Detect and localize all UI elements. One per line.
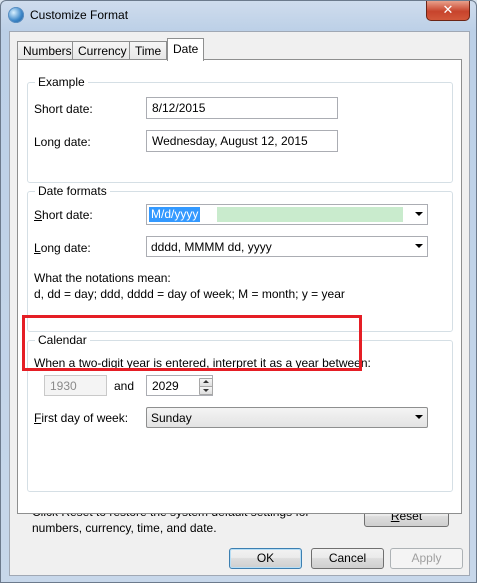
globe-icon [8,7,24,23]
example-short-date-field: 8/12/2015 [146,97,338,119]
tab-time-label: Time [135,44,162,58]
first-day-label-text: irst day of week: [41,411,129,425]
year-range-end-value[interactable]: 2029 [152,379,179,393]
and-label: and [114,379,135,393]
short-date-format-label: Short date: [34,208,93,222]
year-range-end-spinner[interactable]: 2029 [146,375,213,396]
tab-date-label: Date [173,42,199,56]
highlight-annotation-box [22,315,362,371]
reset-hint-line2: numbers, currency, time, and date. [32,521,217,535]
notation-heading: What the notations mean: [34,271,171,285]
year-spin-buttons[interactable] [199,378,213,395]
tab-time[interactable]: Time [129,41,168,60]
short-date-format-selected-text[interactable]: M/d/yyyy [149,207,201,222]
window-title: Customize Format [30,8,129,22]
chevron-down-icon[interactable] [415,212,423,216]
short-date-fill [217,207,403,222]
example-group: Example Short date: 8/12/2015 Long date:… [27,75,453,183]
chevron-down-icon[interactable] [415,244,423,248]
example-group-title: Example [35,75,88,89]
example-long-date-label: Long date: [34,135,91,149]
tab-currency-label: Currency [78,44,127,58]
apply-button[interactable]: Apply [390,548,463,569]
example-long-date-field: Wednesday, August 12, 2015 [146,130,338,152]
first-day-of-week-value[interactable]: Sunday [151,411,192,425]
date-formats-group-title: Date formats [35,184,110,198]
long-date-format-value[interactable]: dddd, MMMM dd, yyyy [151,240,272,254]
tab-numbers-label: Numbers [23,44,72,58]
tab-date[interactable]: Date [167,38,205,61]
customize-format-window: Customize Format ✕ Numbers Currency Time… [0,0,477,583]
long-date-format-label: Long date: [34,241,91,255]
long-date-format-combobox[interactable]: dddd, MMMM dd, yyyy [146,236,428,257]
long-date-label-text: ong date: [40,241,91,255]
long-date-accel: L [34,241,41,255]
dialog-client: Numbers Currency Time Date Example Short… [9,31,470,576]
close-button[interactable]: ✕ [426,1,470,21]
tab-currency[interactable]: Currency [72,41,133,60]
chevron-down-icon[interactable] [415,415,423,419]
cancel-button[interactable]: Cancel [311,548,384,569]
tab-numbers[interactable]: Numbers [17,41,78,60]
short-date-accel: S [34,208,43,222]
date-tab-panel: Example Short date: 8/12/2015 Long date:… [17,59,462,514]
example-short-date-label: Short date: [34,102,93,116]
title-bar[interactable]: Customize Format ✕ [1,1,476,31]
notation-legend: d, dd = day; ddd, dddd = day of week; M … [34,287,345,301]
short-date-label-text: hort date: [42,208,93,222]
spin-down-icon[interactable] [199,386,213,395]
ok-button[interactable]: OK [229,548,302,569]
first-day-of-week-label: First day of week: [34,411,128,425]
first-day-of-week-dropdown[interactable]: Sunday [146,407,428,428]
date-formats-group: Date formats Short date: M/d/yyyy Long d… [27,184,453,332]
short-date-format-combobox[interactable]: M/d/yyyy [146,204,428,225]
year-range-start-field: 1930 [44,375,107,396]
